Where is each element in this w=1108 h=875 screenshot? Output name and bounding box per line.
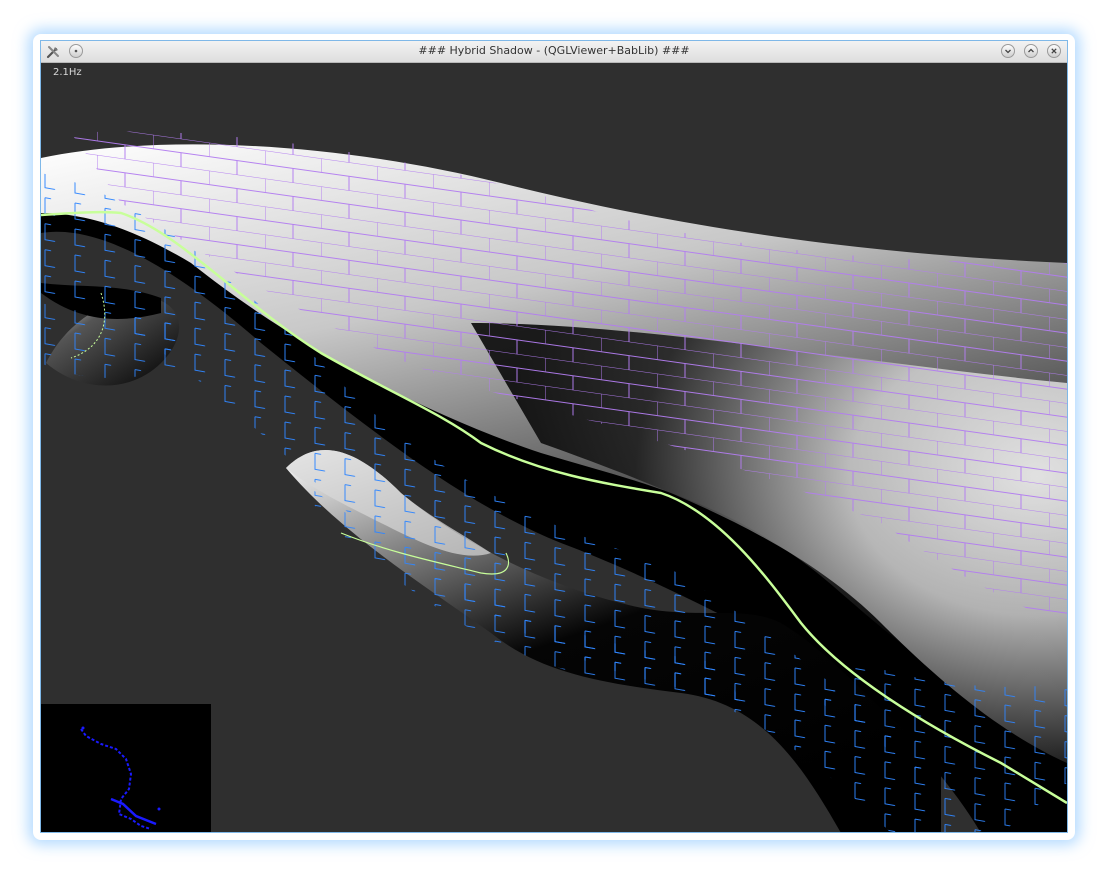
close-icon[interactable]	[1047, 44, 1061, 58]
minimize-icon[interactable]	[1001, 44, 1015, 58]
app-window: ### Hybrid Shadow - (QGLViewer+BabLib) #…	[40, 40, 1068, 833]
fps-counter: 2.1Hz	[53, 67, 82, 78]
maximize-icon[interactable]	[1024, 44, 1038, 58]
shadow-map-preview	[41, 704, 211, 832]
title-bar[interactable]: ### Hybrid Shadow - (QGLViewer+BabLib) #…	[41, 41, 1067, 63]
window-title: ### Hybrid Shadow - (QGLViewer+BabLib) #…	[418, 44, 690, 57]
gl-viewport[interactable]: 2.1Hz	[41, 63, 1067, 832]
